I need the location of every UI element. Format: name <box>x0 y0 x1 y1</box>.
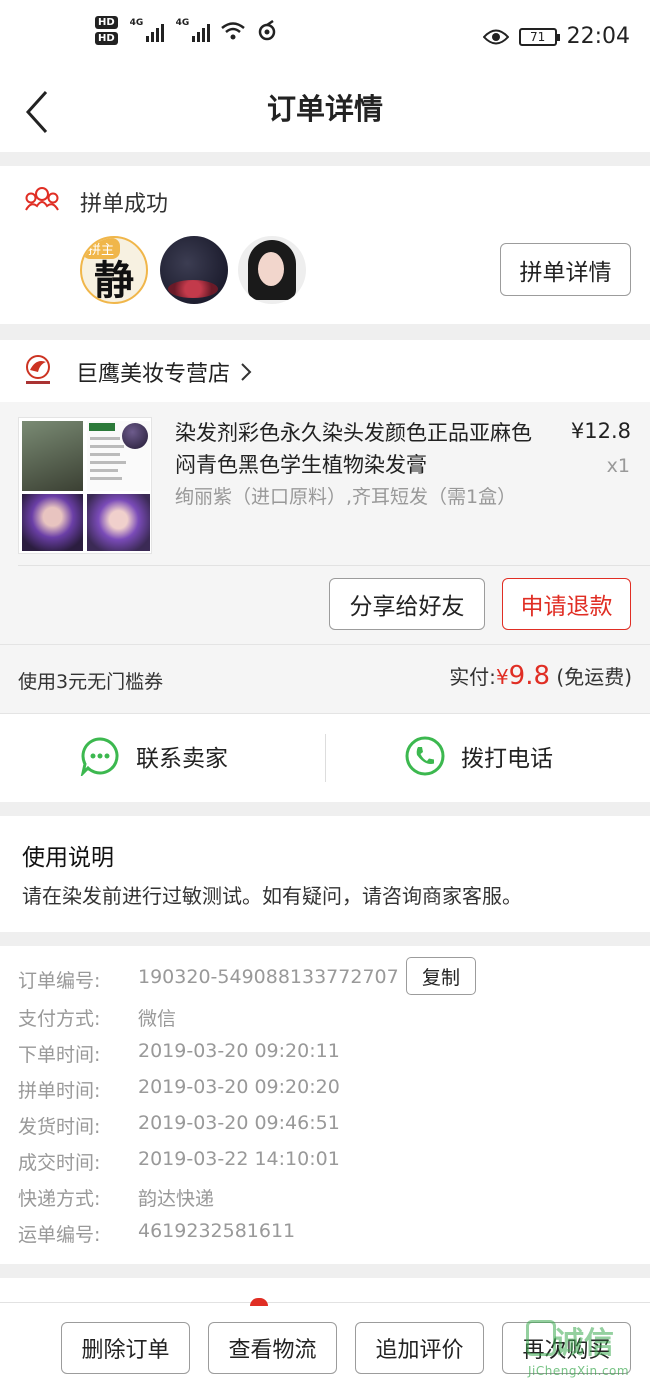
eye-icon <box>482 29 509 44</box>
order-info-value: 2019-03-20 09:46:51 <box>138 1112 340 1134</box>
hd-indicators: HD HD <box>95 16 118 45</box>
order-info-row: 运单编号: 4619232581611 <box>18 1220 295 1247</box>
paid-label: 实付: <box>449 665 496 689</box>
order-info-label: 拼单时间: <box>18 1080 101 1102</box>
product-quantity: x1 <box>606 455 630 477</box>
order-info-row: 订单编号: 190320-549088133772707 <box>18 966 399 993</box>
order-info-row: 快递方式: 韵达快递 <box>18 1184 214 1211</box>
network-type-1: 4G <box>129 17 144 28</box>
signal-2-icon: 4G <box>176 18 210 42</box>
order-info-label: 快递方式: <box>18 1188 101 1210</box>
order-info-label: 成交时间: <box>18 1152 101 1174</box>
paid-amount: 9.8 <box>508 661 551 691</box>
app-header: 订单详情 <box>0 72 650 152</box>
clock: 22:04 <box>566 24 630 49</box>
order-info-value: 2019-03-20 09:20:20 <box>138 1076 340 1098</box>
signal-1-icon: 4G <box>130 18 164 42</box>
status-bar: HD HD 4G 4G 71 22:04 <box>0 0 650 72</box>
order-info-label: 订单编号: <box>18 970 101 992</box>
payment-summary: 使用3元无门槛券 实付:¥9.8 (免运费) <box>0 644 650 714</box>
coupon-text: 使用3元无门槛券 <box>18 671 164 693</box>
order-info-value: 韵达快递 <box>138 1188 215 1210</box>
currency-symbol: ¥ <box>495 665 509 689</box>
shop-row[interactable]: 巨鹰美妆专营店 <box>0 340 650 402</box>
paid-amount-row: 实付:¥9.8 (免运费) <box>449 661 632 691</box>
phone-icon <box>405 736 445 776</box>
usage-title: 使用说明 <box>22 845 114 871</box>
product-spec: 绚丽紫（进口原料）,齐耳短发（需1盒） <box>175 486 517 508</box>
divider <box>0 1302 650 1303</box>
order-info-label: 下单时间: <box>18 1044 101 1066</box>
divider <box>18 565 650 566</box>
order-number: 190320-549088133772707 <box>138 966 399 988</box>
order-info-row: 成交时间: 2019-03-22 14:10:01 <box>18 1148 340 1175</box>
watermark-text: 诚信 <box>554 1326 614 1361</box>
chat-bubble-icon <box>80 737 119 776</box>
leader-tag: 拼主 <box>82 238 121 259</box>
hd2-badge: HD <box>95 32 118 45</box>
shop-logo-icon <box>26 355 50 384</box>
watermark: 诚信 JiChengXin.com <box>526 1314 644 1386</box>
avatar-member-3[interactable] <box>238 236 306 304</box>
watermark-logo-icon <box>526 1320 556 1356</box>
status-left: HD HD 4G 4G <box>95 16 278 45</box>
order-info-row: 支付方式: 微信 <box>18 1004 176 1031</box>
share-button[interactable]: 分享给好友 <box>329 578 485 630</box>
group-icon <box>25 187 59 211</box>
partial-badge <box>250 1298 268 1306</box>
chevron-right-icon <box>241 363 252 381</box>
watermark-subtext: JiChengXin.com <box>528 1364 630 1378</box>
contact-seller-label: 联系卖家 <box>136 746 228 772</box>
sync-icon <box>258 19 275 40</box>
order-detail-page: HD HD 4G 4G 71 22:04 订单详情 拼单成功 静 拼主 拼单详情… <box>0 0 650 1390</box>
product-card: 染发剂彩色永久染头发颜色正品亚麻色闷青色黑色学生植物染发膏 ¥12.8 x1 绚… <box>0 402 650 644</box>
shop-name: 巨鹰美妆专营店 <box>76 362 231 387</box>
order-info-section: 订单编号: 190320-549088133772707 复制 支付方式: 微信… <box>0 946 650 1264</box>
view-logistics-button[interactable]: 查看物流 <box>208 1322 337 1374</box>
order-info-value: 微信 <box>138 1008 177 1030</box>
divider <box>325 734 326 782</box>
order-info-row: 下单时间: 2019-03-20 09:20:11 <box>18 1040 340 1067</box>
avatar-member-2[interactable] <box>160 236 228 304</box>
network-type-2: 4G <box>175 17 190 28</box>
order-info-value: 2019-03-20 09:20:11 <box>138 1040 340 1062</box>
copy-button[interactable]: 复制 <box>406 957 476 995</box>
group-buy-section: 拼单成功 静 拼主 拼单详情 <box>0 166 650 324</box>
order-info-row: 拼单时间: 2019-03-20 09:20:20 <box>18 1076 340 1103</box>
group-detail-button[interactable]: 拼单详情 <box>500 243 631 296</box>
call-phone-button[interactable]: 拨打电话 <box>405 736 553 776</box>
order-info-label: 发货时间: <box>18 1116 101 1138</box>
hd1-badge: HD <box>95 16 118 29</box>
delete-order-button[interactable]: 删除订单 <box>61 1322 190 1374</box>
page-title: 订单详情 <box>266 92 383 126</box>
order-info-row: 发货时间: 2019-03-20 09:46:51 <box>18 1112 340 1139</box>
call-phone-label: 拨打电话 <box>461 746 553 772</box>
add-review-button[interactable]: 追加评价 <box>355 1322 484 1374</box>
order-info-label: 支付方式: <box>18 1008 101 1030</box>
product-price: ¥12.8 <box>570 419 631 443</box>
group-status: 拼单成功 <box>80 192 169 217</box>
order-info-value: 2019-03-22 14:10:01 <box>138 1148 340 1170</box>
status-right: 71 22:04 <box>482 24 630 49</box>
usage-section: 使用说明 请在染发前进行过敏测试。如有疑问，请咨询商家客服。 <box>0 816 650 932</box>
avatar-leader[interactable]: 静 拼主 <box>80 236 148 304</box>
product-name[interactable]: 染发剂彩色永久染头发颜色正品亚麻色闷青色黑色学生植物染发膏 <box>175 417 543 481</box>
usage-text: 请在染发前进行过敏测试。如有疑问，请咨询商家客服。 <box>22 884 522 908</box>
battery-indicator: 71 <box>518 27 560 46</box>
contact-seller-button[interactable]: 联系卖家 <box>80 736 228 776</box>
product-thumbnail[interactable] <box>18 417 152 554</box>
wifi-icon <box>220 21 245 39</box>
shipping-note: (免运费) <box>556 665 632 689</box>
contact-row: 联系卖家 拨打电话 <box>0 714 650 802</box>
refund-button[interactable]: 申请退款 <box>502 578 631 630</box>
order-info-label: 运单编号: <box>18 1224 101 1246</box>
waybill-number: 4619232581611 <box>138 1220 296 1242</box>
